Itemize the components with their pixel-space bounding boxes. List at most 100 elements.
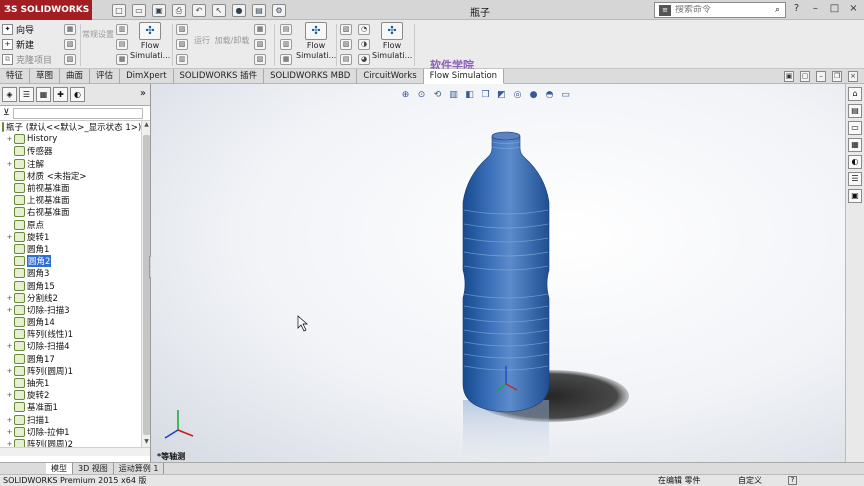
window-close-icon[interactable]: × bbox=[848, 71, 858, 82]
flow-tool-icon[interactable]: ▥ bbox=[176, 54, 188, 65]
tab-0[interactable]: 特征 bbox=[0, 69, 31, 84]
tree-item[interactable]: 圆角3 bbox=[0, 267, 141, 279]
flow-tool-icon[interactable]: ▧ bbox=[340, 24, 352, 35]
clone-project-button[interactable]: ⧉ 克隆项目 bbox=[2, 52, 60, 67]
solidworks-logo[interactable]: ƷS SOLIDWORKS bbox=[0, 0, 92, 20]
tree-item[interactable]: 基准面1 bbox=[0, 401, 141, 413]
appearances-icon[interactable]: ◐ bbox=[848, 155, 862, 169]
flow-tool-icon[interactable]: ▥ bbox=[280, 39, 292, 50]
flow-tool-icon[interactable]: ▧ bbox=[254, 39, 266, 50]
tree-item[interactable]: 材质 <未指定> bbox=[0, 170, 141, 182]
scroll-thumb[interactable] bbox=[143, 135, 150, 435]
view-palette-icon[interactable]: ▦ bbox=[848, 138, 862, 152]
open-folder-icon[interactable]: ▭ bbox=[132, 3, 146, 17]
tree-item[interactable]: + 阵列(圆周)2 bbox=[0, 438, 141, 447]
bottle-model-view[interactable] bbox=[151, 84, 845, 462]
tab-2[interactable]: 曲面 bbox=[60, 69, 91, 84]
print-icon[interactable]: ⎙ bbox=[172, 3, 186, 17]
configuration-manager-tab-icon[interactable]: ▦ bbox=[36, 87, 51, 102]
expand-toggle-icon[interactable]: + bbox=[5, 135, 14, 143]
tree-item[interactable]: + 切除-拉伸1 bbox=[0, 426, 141, 438]
flow-tool-icon[interactable]: ◑ bbox=[358, 39, 370, 50]
save-icon[interactable]: ▣ bbox=[152, 3, 166, 17]
tree-item[interactable]: + 旋转1 bbox=[0, 231, 141, 243]
tree-vertical-scrollbar[interactable]: ▲ ▼ bbox=[141, 121, 150, 447]
expand-toggle-icon[interactable]: + bbox=[5, 306, 14, 314]
window-restore-icon[interactable]: ❐ bbox=[832, 71, 842, 82]
tab-4[interactable]: DimXpert bbox=[120, 69, 174, 84]
flow-tool-icon[interactable]: ▨ bbox=[64, 54, 76, 65]
file-explorer-icon[interactable]: ▭ bbox=[848, 121, 862, 135]
help-icon[interactable]: ? bbox=[790, 2, 803, 16]
tree-item[interactable]: + 注解 bbox=[0, 158, 141, 170]
flow-tool-icon[interactable]: ▦ bbox=[116, 54, 128, 65]
minimize-button[interactable]: – bbox=[809, 2, 822, 16]
close-button[interactable]: × bbox=[847, 2, 860, 16]
flow-tool-icon[interactable]: ▦ bbox=[280, 54, 292, 65]
tree-item[interactable]: + 切除-扫描4 bbox=[0, 340, 141, 352]
flow-simulation-button-1[interactable]: ✣ Flow Simulati... bbox=[130, 22, 170, 61]
tab-6[interactable]: SOLIDWORKS MBD bbox=[264, 69, 358, 84]
search-icon[interactable]: ⌕ bbox=[775, 5, 780, 15]
options-gear-icon[interactable]: ⚙ bbox=[272, 3, 286, 17]
flow-tool-icon[interactable]: ▤ bbox=[280, 24, 292, 35]
tree-item[interactable]: 圆角1 bbox=[0, 243, 141, 255]
tree-item[interactable]: + History bbox=[0, 133, 141, 145]
general-settings-button[interactable]: 常规设置 bbox=[78, 30, 118, 40]
flow-tool-icon[interactable]: ▤ bbox=[116, 39, 128, 50]
scroll-down-icon[interactable]: ▼ bbox=[142, 438, 151, 447]
custom-properties-icon[interactable]: ☰ bbox=[848, 172, 862, 186]
display-manager-tab-icon[interactable]: ◐ bbox=[70, 87, 85, 102]
flow-tool-icon[interactable]: ▦ bbox=[254, 24, 266, 35]
new-file-icon[interactable]: □ bbox=[112, 3, 126, 17]
wizard-button[interactable]: ✦ 向导 bbox=[2, 22, 60, 37]
filter-input[interactable] bbox=[12, 107, 143, 119]
tree-item[interactable]: + 旋转2 bbox=[0, 389, 141, 401]
window-minimize-icon[interactable]: – bbox=[816, 71, 826, 82]
select-arrow-icon[interactable]: ↖ bbox=[212, 3, 226, 17]
undo-icon[interactable]: ↶ bbox=[192, 3, 206, 17]
restore-view-icon[interactable]: ▢ bbox=[800, 71, 810, 82]
tree-item[interactable]: 圆角2 bbox=[0, 255, 141, 268]
tree-item[interactable]: + 分割线2 bbox=[0, 292, 141, 304]
flow-tool-icon[interactable]: ▨ bbox=[254, 54, 266, 65]
tree-item[interactable]: + 切除-扫描3 bbox=[0, 304, 141, 316]
expand-toggle-icon[interactable]: + bbox=[5, 440, 14, 447]
flow-tool-icon[interactable]: ◔ bbox=[358, 24, 370, 35]
tree-item[interactable]: + 扫描1 bbox=[0, 414, 141, 426]
tree-item[interactable]: 前视基准面 bbox=[0, 182, 141, 194]
property-manager-tab-icon[interactable]: ☰ bbox=[19, 87, 34, 102]
tree-item[interactable]: 瓶子 (默认<<默认>_显示状态 1>) bbox=[0, 121, 141, 133]
tree-item[interactable]: 圆角17 bbox=[0, 353, 141, 365]
tree-item[interactable]: + 阵列(圆周)1 bbox=[0, 365, 141, 377]
tree-item[interactable]: 阵列(线性)1 bbox=[0, 328, 141, 340]
expand-toggle-icon[interactable]: + bbox=[5, 416, 14, 424]
dimxpert-manager-tab-icon[interactable]: ✚ bbox=[53, 87, 68, 102]
flow-tool-icon[interactable]: ▨ bbox=[340, 39, 352, 50]
tab-1[interactable]: 草图 bbox=[30, 69, 61, 84]
tile-view-icon[interactable]: ▣ bbox=[784, 71, 794, 82]
bottom-tab-0[interactable]: 模型 bbox=[46, 463, 73, 474]
tree-item[interactable]: 圆角15 bbox=[0, 279, 141, 292]
design-library-icon[interactable]: ▤ bbox=[848, 104, 862, 118]
load-unload-button[interactable]: 加载/卸载 bbox=[212, 36, 252, 46]
flow-simulation-button-2[interactable]: ✣ Flow Simulati... bbox=[296, 22, 336, 61]
forum-icon[interactable]: ▣ bbox=[848, 189, 862, 203]
tree-item[interactable]: 原点 bbox=[0, 219, 141, 231]
new-project-button[interactable]: + 新建 bbox=[2, 37, 60, 52]
flow-tool-icon[interactable]: ▤ bbox=[340, 54, 352, 65]
bottom-tab-1[interactable]: 3D 视图 bbox=[73, 463, 114, 474]
status-units-custom[interactable]: 自定义 bbox=[738, 475, 762, 486]
tree-item[interactable]: 传感器 bbox=[0, 145, 141, 157]
expand-panel-icon[interactable]: » bbox=[140, 88, 146, 99]
tree-item[interactable]: 上视基准面 bbox=[0, 194, 141, 206]
scroll-up-icon[interactable]: ▲ bbox=[142, 121, 151, 130]
tree-horizontal-scrollbar[interactable] bbox=[0, 447, 150, 456]
tree-item[interactable]: 圆角14 bbox=[0, 316, 141, 328]
bottom-tab-2[interactable]: 运动算例 1 bbox=[114, 463, 165, 474]
search-input[interactable] bbox=[675, 5, 771, 15]
flow-simulation-button-3[interactable]: ✣ Flow Simulati... bbox=[372, 22, 412, 61]
expand-toggle-icon[interactable]: + bbox=[5, 294, 14, 302]
rebuild-icon[interactable]: ● bbox=[232, 3, 246, 17]
tree-item[interactable]: 抽壳1 bbox=[0, 377, 141, 389]
